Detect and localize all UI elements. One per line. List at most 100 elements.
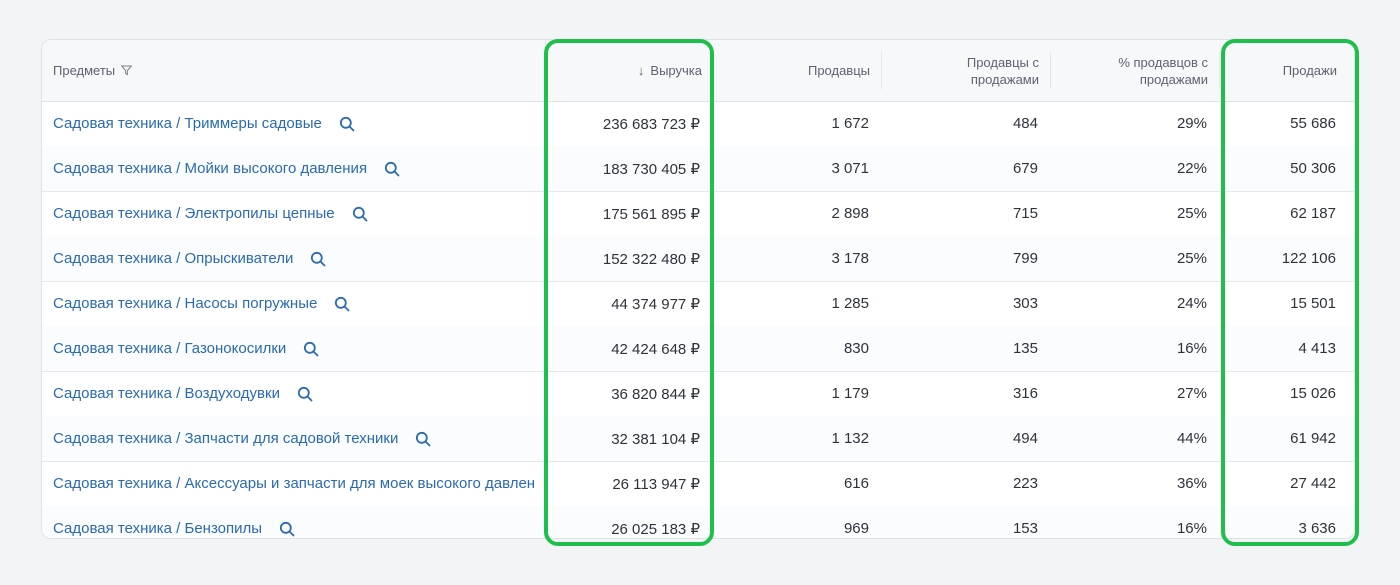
cell-subject: Садовая техника / Насосы погружные <box>42 281 545 326</box>
subject-link[interactable]: Садовая техника / Аксессуары и запчасти … <box>53 475 535 492</box>
search-icon[interactable] <box>303 341 319 357</box>
cell-sellers-with-sales: 135 <box>1012 340 1038 357</box>
table-row[interactable]: Садовая техника / Воздуходувки 36 820 844… <box>42 371 1354 417</box>
cell-subject: Садовая техника / Газонокосилки <box>42 326 545 371</box>
cell-sales: 61 942 <box>1290 430 1336 447</box>
cell-sellers-with-sales: 715 <box>1012 205 1038 222</box>
cell-pct-sellers: 16% <box>1176 340 1207 357</box>
cell-sales: 27 442 <box>1290 475 1336 492</box>
subject-link[interactable]: Садовая техника / Воздуходувки <box>53 385 280 402</box>
cell-sellers: 969 <box>843 520 869 537</box>
table-row[interactable]: Садовая техника / Бензопилы 26 025 183 ₽ 9… <box>42 506 1354 538</box>
cell-sellers-with-sales: 223 <box>1012 475 1038 492</box>
subject-link[interactable]: Садовая техника / Опрыскиватели <box>53 250 293 267</box>
cell-revenue: 152 322 480 ₽ <box>602 250 700 268</box>
cell-subject: Садовая техника / Опрыскиватели <box>42 236 545 281</box>
table-row[interactable]: Садовая техника / Мойки высокого давлени… <box>42 146 1354 192</box>
cell-subject: Садовая техника / Мойки высокого давлени… <box>42 146 545 191</box>
cell-sellers-with-sales: 316 <box>1012 385 1038 402</box>
cell-revenue: 236 683 723 ₽ <box>602 115 700 133</box>
column-header-revenue[interactable]: ↓ Выручка <box>562 40 702 101</box>
column-header-pct-sellers-line1: % продавцов с <box>1118 54 1208 70</box>
subject-link[interactable]: Садовая техника / Насосы погружные <box>53 295 317 312</box>
table-row[interactable]: Садовая техника / Электропилы цепные 175 … <box>42 191 1354 237</box>
table-row[interactable]: Садовая техника / Опрыскиватели 152 322 4… <box>42 236 1354 282</box>
cell-subject: Садовая техника / Электропилы цепные <box>42 191 545 236</box>
subject-link[interactable]: Садовая техника / Триммеры садовые <box>53 115 322 132</box>
cell-subject: Садовая техника / Аксессуары и запчасти … <box>42 461 545 506</box>
cell-sellers-with-sales: 799 <box>1012 250 1038 267</box>
subject-link[interactable]: Садовая техника / Электропилы цепные <box>53 205 335 222</box>
cell-revenue: 175 561 895 ₽ <box>602 205 700 223</box>
frozen-column-divider <box>545 40 546 538</box>
search-icon[interactable] <box>279 521 295 537</box>
table-header: Предметы ↓ Выручка Продавцы Продавцы с п… <box>42 40 1354 102</box>
column-separator <box>881 52 882 89</box>
cell-sales: 55 686 <box>1290 115 1336 132</box>
column-separator <box>1219 52 1220 89</box>
cell-sellers: 830 <box>843 340 869 357</box>
cell-pct-sellers: 44% <box>1176 430 1207 447</box>
table-row[interactable]: Садовая техника / Аксессуары и запчасти … <box>42 461 1354 507</box>
subject-link[interactable]: Садовая техника / Бензопилы <box>53 520 262 537</box>
column-header-subjects[interactable]: Предметы <box>53 40 253 101</box>
cell-sellers: 3 178 <box>831 250 869 267</box>
search-icon[interactable] <box>310 251 326 267</box>
cell-sales: 122 106 <box>1281 250 1336 267</box>
search-icon[interactable] <box>334 296 350 312</box>
filter-icon[interactable] <box>121 65 133 76</box>
search-icon[interactable] <box>297 386 313 402</box>
cell-sales: 15 501 <box>1290 295 1336 312</box>
cell-sellers: 1 285 <box>831 295 869 312</box>
cell-sales: 3 636 <box>1298 520 1336 537</box>
cell-sellers: 616 <box>843 475 869 492</box>
search-icon[interactable] <box>415 431 431 447</box>
table-row[interactable]: Садовая техника / Насосы погружные 44 374… <box>42 281 1354 327</box>
cell-pct-sellers: 27% <box>1176 385 1207 402</box>
subject-link[interactable]: Садовая техника / Запчасти для садовой т… <box>53 430 398 447</box>
cell-sellers-with-sales: 303 <box>1012 295 1038 312</box>
column-header-sales[interactable]: Продажи <box>1242 40 1337 101</box>
cell-revenue: 44 374 977 ₽ <box>611 295 700 313</box>
search-icon[interactable] <box>339 116 355 132</box>
cell-sales: 15 026 <box>1290 385 1336 402</box>
column-header-sales-label: Продажи <box>1282 63 1337 78</box>
cell-sellers-with-sales: 153 <box>1012 520 1038 537</box>
cell-pct-sellers: 24% <box>1176 295 1207 312</box>
column-header-sellers-with-sales-line2: продажами <box>970 71 1039 87</box>
column-header-sellers-with-sales-line1: Продавцы с <box>966 54 1039 70</box>
table-row[interactable]: Садовая техника / Запчасти для садовой т… <box>42 416 1354 462</box>
cell-revenue: 26 025 183 ₽ <box>611 520 700 538</box>
cell-sellers: 3 071 <box>831 160 869 177</box>
cell-pct-sellers: 22% <box>1176 160 1207 177</box>
column-header-pct-sellers-line2: продажами <box>1139 71 1208 87</box>
column-header-sellers-with-sales[interactable]: Продавцы с продажами <box>902 40 1051 101</box>
cell-pct-sellers: 36% <box>1176 475 1207 492</box>
cell-subject: Садовая техника / Запчасти для садовой т… <box>42 416 545 461</box>
cell-sellers: 1 132 <box>831 430 869 447</box>
cell-sellers: 1 672 <box>831 115 869 132</box>
subject-link[interactable]: Садовая техника / Мойки высокого давлени… <box>53 160 367 177</box>
subjects-table: Предметы ↓ Выручка Продавцы Продавцы с п… <box>41 39 1355 539</box>
cell-revenue: 32 381 104 ₽ <box>611 430 700 448</box>
sort-descending-icon: ↓ <box>637 63 645 78</box>
cell-sellers-with-sales: 494 <box>1012 430 1038 447</box>
cell-revenue: 183 730 405 ₽ <box>602 160 700 178</box>
cell-pct-sellers: 25% <box>1176 205 1207 222</box>
cell-sellers: 2 898 <box>831 205 869 222</box>
subject-link[interactable]: Садовая техника / Газонокосилки <box>53 340 286 357</box>
cell-sales: 50 306 <box>1290 160 1336 177</box>
column-separator <box>1050 52 1051 89</box>
search-icon[interactable] <box>384 161 400 177</box>
search-icon[interactable] <box>352 206 368 222</box>
cell-pct-sellers: 25% <box>1176 250 1207 267</box>
table-row[interactable]: Садовая техника / Газонокосилки 42 424 64… <box>42 326 1354 372</box>
cell-sales: 4 413 <box>1298 340 1336 357</box>
cell-subject: Садовая техника / Бензопилы <box>42 506 545 538</box>
cell-revenue: 36 820 844 ₽ <box>611 385 700 403</box>
column-header-pct-sellers[interactable]: % продавцов с продажами <box>1072 40 1220 101</box>
cell-pct-sellers: 16% <box>1176 520 1207 537</box>
table-row[interactable]: Садовая техника / Триммеры садовые 236 68… <box>42 101 1354 147</box>
cell-sales: 62 187 <box>1290 205 1336 222</box>
column-header-sellers[interactable]: Продавцы <box>742 40 882 101</box>
